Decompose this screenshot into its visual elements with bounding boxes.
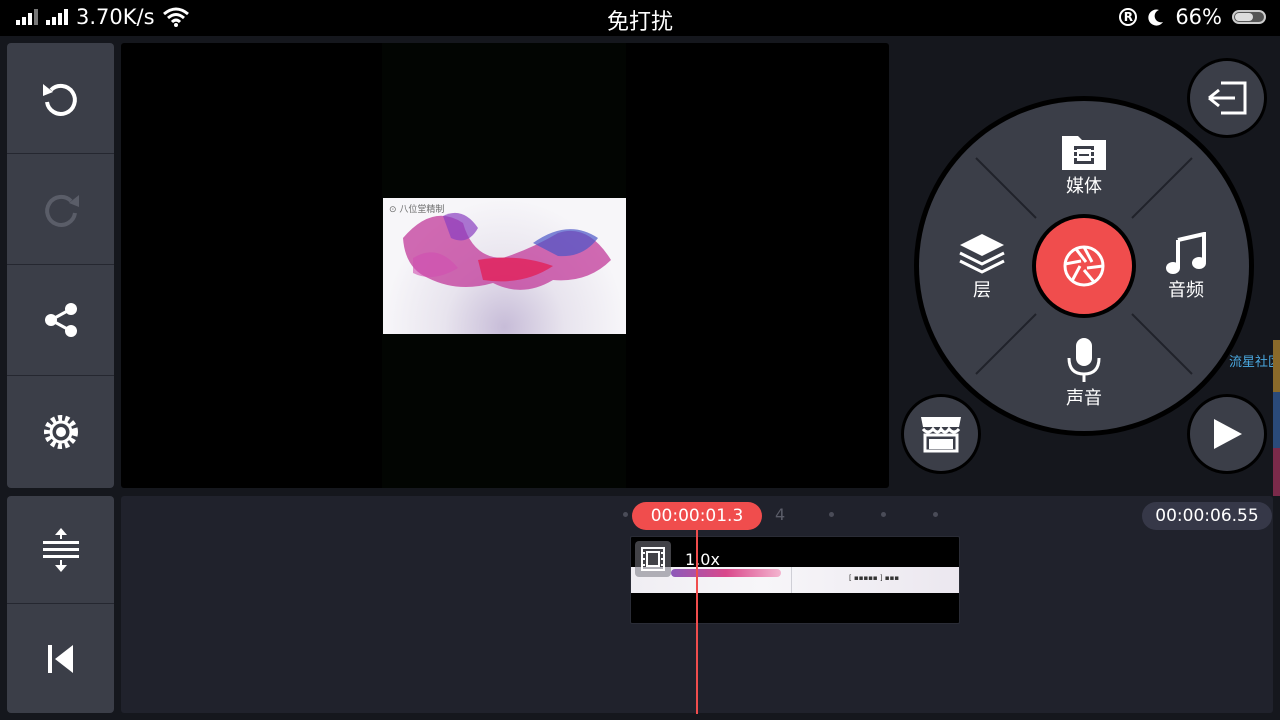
undo-button[interactable]: [7, 43, 114, 154]
clip-speed-label: 1.0x: [685, 550, 720, 569]
media-label: 媒体: [1066, 176, 1102, 197]
edge-strip: [1273, 340, 1280, 392]
layer-button[interactable]: 层: [942, 232, 1022, 302]
left-toolbar: [7, 43, 114, 488]
asset-store-button[interactable]: [901, 394, 981, 474]
battery-icon: [1232, 10, 1266, 24]
edge-strip: [1273, 392, 1280, 448]
preview-frame: ⊙ 八位堂精制: [383, 198, 626, 334]
edge-strip: [1273, 448, 1280, 496]
clip-thumbnails: [ ▪▪▪▪▪ ] ▪▪▪: [631, 567, 959, 593]
layer-label: 层: [973, 280, 991, 301]
exit-button[interactable]: [1187, 58, 1267, 138]
asset-store-button-face: [904, 397, 978, 471]
ruler-number: 4: [775, 505, 786, 524]
jump-to-start-button[interactable]: [7, 604, 114, 713]
camera-shutter-icon: [1063, 245, 1105, 287]
play-icon: [1214, 419, 1242, 449]
battery-percent: 66%: [1175, 5, 1222, 29]
audio-button[interactable]: 音频: [1146, 232, 1226, 302]
capture-button-face: [1036, 218, 1132, 314]
media-button[interactable]: 媒体: [1044, 132, 1124, 198]
current-time-badge: 00:00:01.3: [632, 502, 762, 530]
registered-icon: R: [1119, 8, 1138, 26]
settings-button[interactable]: [7, 376, 114, 487]
exit-button-face: [1190, 61, 1264, 135]
media-folder-icon: [1062, 136, 1106, 170]
undo-icon: [42, 83, 77, 116]
gear-icon: [43, 414, 78, 449]
total-duration-badge: 00:00:06.55: [1142, 502, 1272, 530]
expand-vertical-icon: [42, 527, 79, 572]
clip-thumb-text: [ ▪▪▪▪▪ ] ▪▪▪: [849, 574, 900, 582]
status-bar: 3.70K/s 免打扰 R 66%: [0, 0, 1280, 36]
ruler-tick: [933, 512, 938, 517]
clip-thumb-divider: [791, 567, 792, 593]
moon-icon: [1148, 9, 1164, 26]
film-icon: [641, 547, 665, 571]
expand-timeline-button[interactable]: [7, 496, 114, 604]
store-icon: [921, 417, 961, 453]
play-button[interactable]: [1187, 394, 1267, 474]
skip-to-start-icon: [47, 644, 73, 673]
ink-splash-image: [403, 212, 611, 290]
voice-button[interactable]: 声音: [1044, 336, 1124, 410]
ruler-tick: [829, 512, 834, 517]
timeline-toolbar: [7, 496, 114, 713]
music-note-icon: [1166, 232, 1206, 274]
clip-thumb-ink: [671, 569, 781, 577]
voice-label: 声音: [1066, 388, 1102, 409]
share-button[interactable]: [7, 265, 114, 376]
video-preview[interactable]: ⊙ 八位堂精制: [121, 43, 889, 488]
share-icon: [44, 303, 77, 337]
playhead[interactable]: [696, 528, 698, 714]
ruler-tick: [623, 512, 628, 517]
redo-icon: [44, 194, 79, 227]
audio-label: 音频: [1168, 280, 1204, 301]
ruler-tick: [881, 512, 886, 517]
microphone-icon: [1067, 338, 1101, 382]
capture-button[interactable]: [1032, 214, 1136, 318]
do-not-disturb-title: 免打扰: [606, 10, 673, 35]
redo-button[interactable]: [7, 154, 114, 265]
status-right: R 66%: [1119, 5, 1266, 29]
clip-type-badge: [635, 541, 671, 577]
main-action-wheel: 媒体 层 音频 声音: [914, 96, 1254, 436]
exit-icon: [1208, 81, 1247, 115]
play-button-face: [1190, 397, 1264, 471]
layers-icon: [959, 234, 1005, 274]
video-clip[interactable]: [ ▪▪▪▪▪ ] ▪▪▪ 1.0x: [630, 536, 960, 624]
